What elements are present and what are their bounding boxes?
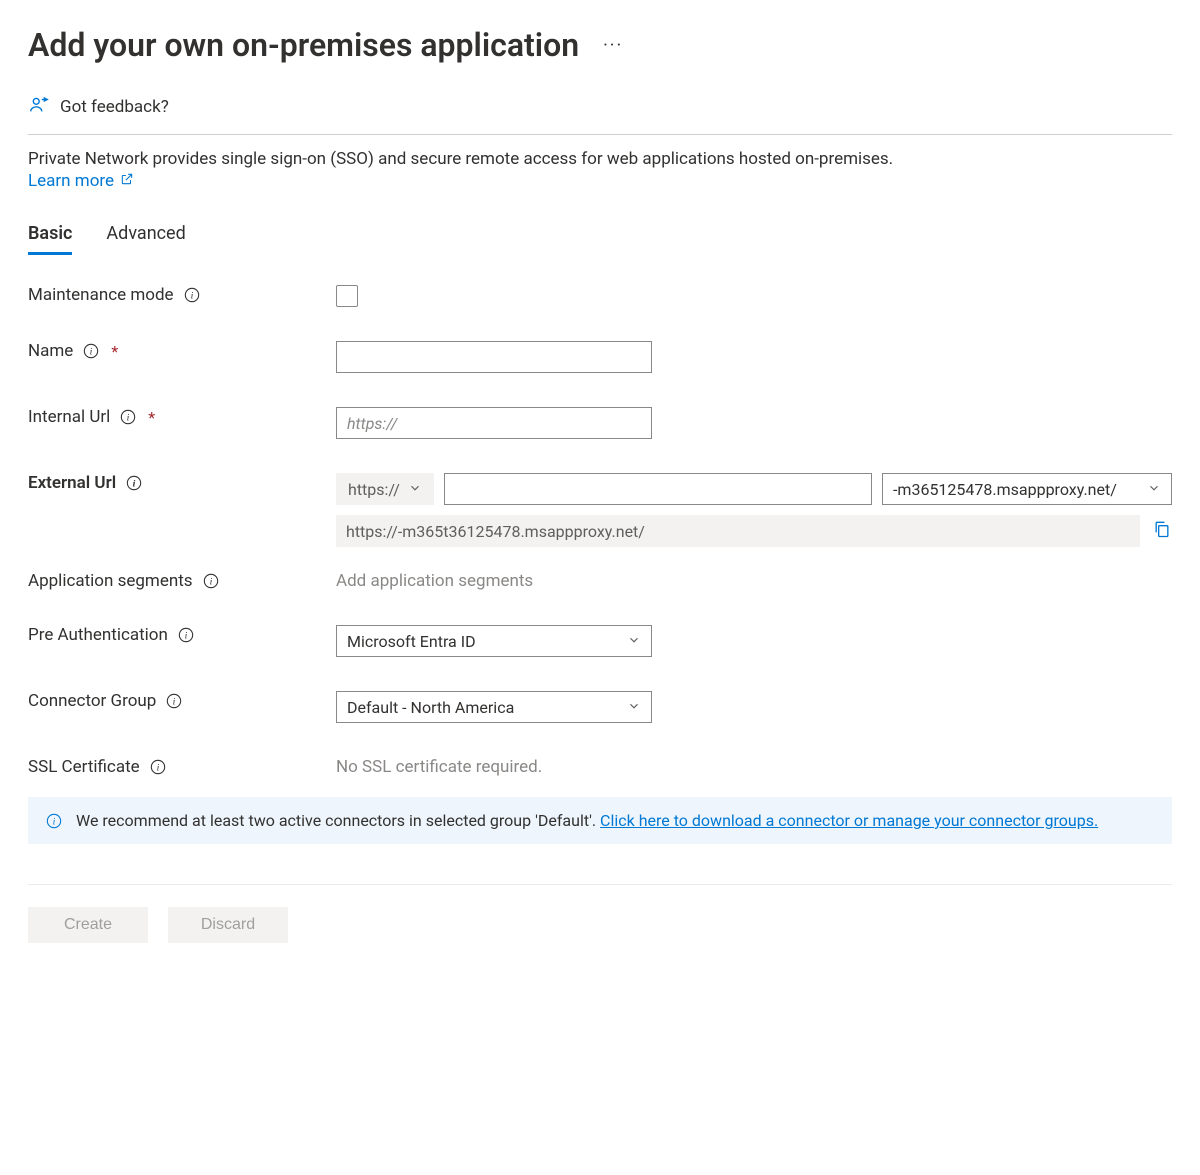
connector-group-label: Connector Group — [28, 691, 156, 711]
learn-more-label: Learn more — [28, 171, 114, 191]
intro-text: Private Network provides single sign-on … — [28, 149, 1172, 169]
external-url-readonly: https://-m365t36125478.msappproxy.net/ — [336, 515, 1140, 547]
page-title: Add your own on-premises application — [28, 26, 579, 64]
pre-auth-label: Pre Authentication — [28, 625, 168, 645]
svg-text:i: i — [173, 697, 176, 708]
svg-text:i: i — [156, 763, 159, 774]
pre-auth-value: Microsoft Entra ID — [347, 632, 476, 651]
feedback-icon — [28, 94, 50, 120]
learn-more-link[interactable]: Learn more — [28, 171, 134, 191]
svg-text:i: i — [209, 577, 212, 588]
info-icon[interactable]: i — [150, 759, 166, 775]
required-indicator: * — [148, 408, 155, 427]
info-icon[interactable]: i — [166, 693, 182, 709]
feedback-link[interactable]: Got feedback? — [28, 94, 1172, 135]
tab-basic[interactable]: Basic — [28, 223, 72, 255]
domain-suffix-text: -m365125478.msappproxy.net/ — [893, 480, 1117, 499]
chevron-down-icon — [1147, 480, 1161, 499]
required-indicator: * — [111, 342, 118, 361]
name-input[interactable] — [336, 341, 652, 373]
internal-url-label: Internal Url — [28, 407, 110, 427]
ssl-cert-value: No SSL certificate required. — [336, 757, 542, 777]
svg-text:i: i — [90, 347, 93, 358]
chevron-down-icon — [627, 632, 641, 651]
name-label: Name — [28, 341, 73, 361]
feedback-label: Got feedback? — [60, 97, 169, 117]
external-url-label: External Url — [28, 473, 116, 493]
tab-advanced[interactable]: Advanced — [106, 223, 185, 255]
connector-group-value: Default - North America — [347, 698, 514, 717]
svg-text:i: i — [185, 631, 188, 642]
svg-text:i: i — [190, 291, 193, 302]
info-icon[interactable]: i — [184, 287, 200, 303]
info-icon[interactable]: i — [120, 409, 136, 425]
ssl-cert-label: SSL Certificate — [28, 757, 140, 777]
info-icon[interactable]: i — [83, 343, 99, 359]
internal-url-input[interactable] — [336, 407, 652, 439]
svg-text:i: i — [53, 817, 56, 828]
banner-text: We recommend at least two active connect… — [76, 811, 600, 830]
app-segments-label: Application segments — [28, 571, 193, 591]
banner-link[interactable]: Click here to download a connector or ma… — [600, 811, 1098, 830]
protocol-text: https:// — [348, 480, 400, 499]
connector-group-dropdown[interactable]: Default - North America — [336, 691, 652, 723]
create-button[interactable]: Create — [28, 907, 148, 943]
more-actions-button[interactable]: ··· — [599, 31, 627, 60]
chevron-down-icon — [627, 698, 641, 717]
tab-bar: Basic Advanced — [28, 223, 1172, 255]
pre-auth-dropdown[interactable]: Microsoft Entra ID — [336, 625, 652, 657]
chevron-down-icon — [408, 480, 422, 499]
maintenance-mode-checkbox[interactable] — [336, 285, 358, 307]
svg-text:i: i — [127, 413, 130, 424]
info-icon[interactable]: i — [203, 573, 219, 589]
copy-button[interactable] — [1152, 519, 1172, 543]
external-url-domain-dropdown[interactable]: -m365125478.msappproxy.net/ — [882, 473, 1172, 505]
external-url-subdomain-input[interactable] — [444, 473, 872, 505]
add-app-segments-link[interactable]: Add application segments — [336, 571, 533, 591]
info-icon: i — [46, 813, 62, 829]
maintenance-mode-label: Maintenance mode — [28, 285, 174, 305]
info-icon[interactable]: i — [126, 475, 142, 491]
copy-icon — [1152, 519, 1172, 539]
svg-text:i: i — [133, 479, 136, 490]
external-link-icon — [120, 171, 134, 191]
discard-button[interactable]: Discard — [168, 907, 288, 943]
connector-info-banner: i We recommend at least two active conne… — [28, 797, 1172, 844]
external-url-protocol[interactable]: https:// — [336, 473, 434, 505]
info-icon[interactable]: i — [178, 627, 194, 643]
